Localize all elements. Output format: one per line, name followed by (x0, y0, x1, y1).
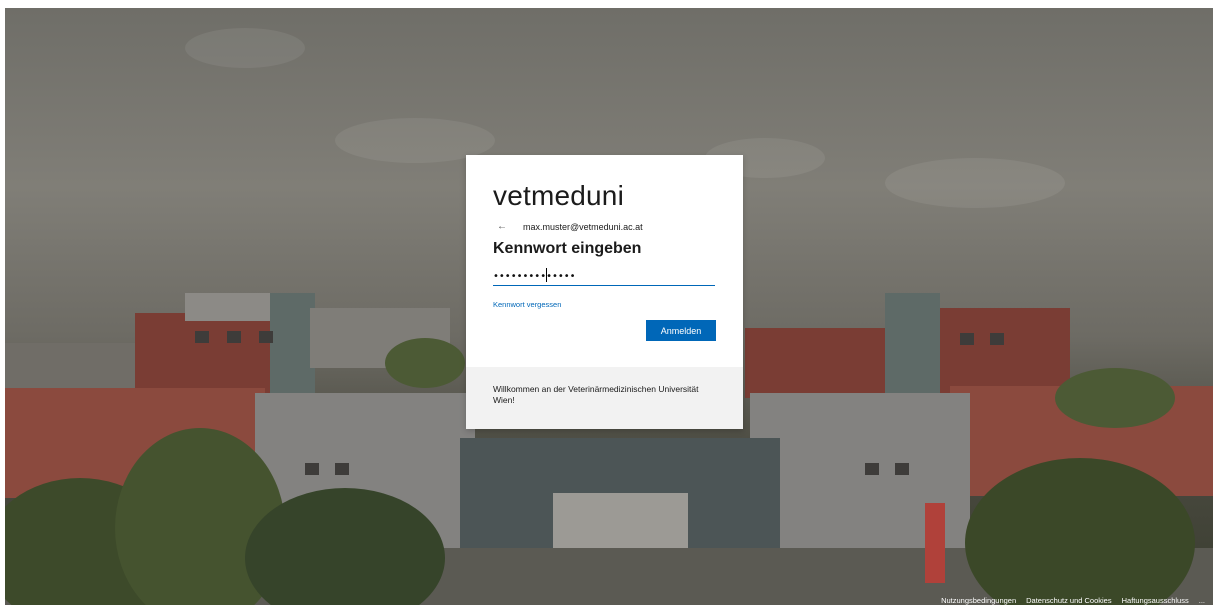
more-options-icon[interactable]: ... (1199, 596, 1205, 605)
account-email: max.muster@vetmeduni.ac.at (523, 221, 643, 232)
password-field[interactable] (493, 267, 715, 286)
identity-banner: ← max.muster@vetmeduni.ac.at (497, 221, 643, 232)
terms-link[interactable]: Nutzungsbedingungen (941, 596, 1016, 605)
page-title: Kennwort eingeben (493, 240, 642, 257)
privacy-link[interactable]: Datenschutz und Cookies (1026, 596, 1111, 605)
login-card: vetmeduni ← max.muster@vetmeduni.ac.at K… (466, 155, 743, 429)
sign-in-button[interactable]: Anmelden (646, 320, 716, 341)
forgot-password-link[interactable]: Kennwort vergessen (493, 300, 561, 309)
disclaimer-link[interactable]: Haftungsausschluss (1122, 596, 1189, 605)
welcome-text: Willkommen an der Veterinärmedizinischen… (493, 384, 699, 405)
welcome-section: Willkommen an der Veterinärmedizinischen… (466, 367, 743, 429)
text-caret (546, 268, 547, 282)
back-arrow-icon[interactable]: ← (497, 221, 513, 232)
footer-links: Nutzungsbedingungen Datenschutz und Cook… (941, 596, 1205, 605)
vetmeduni-logo: vetmeduni (493, 180, 624, 211)
